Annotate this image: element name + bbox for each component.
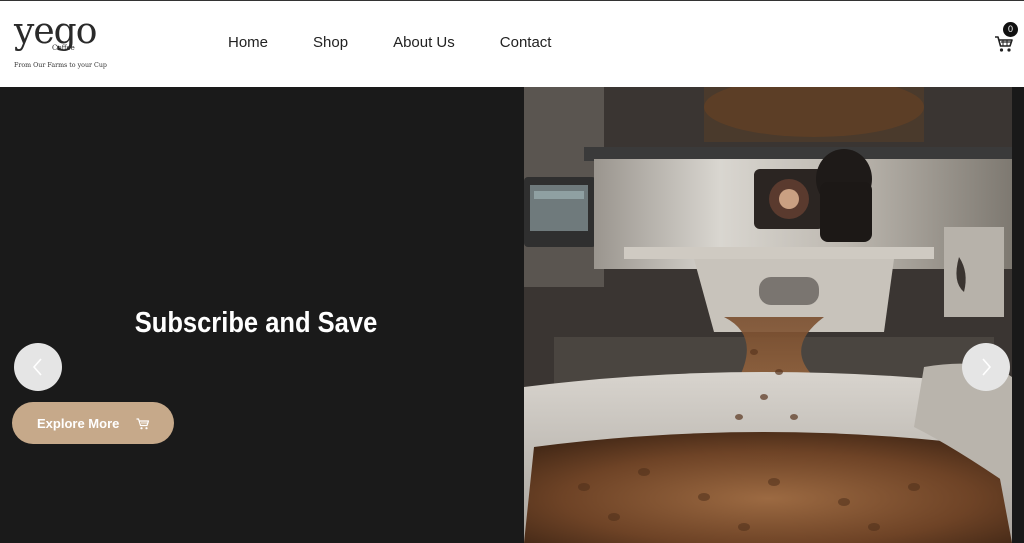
logo-subtitle: Coffee xyxy=(52,44,75,52)
cart-icon xyxy=(136,418,150,430)
roaster-illustration xyxy=(524,87,1012,543)
explore-more-button[interactable]: Explore More xyxy=(12,402,174,444)
nav-item-contact[interactable]: Contact xyxy=(500,34,552,51)
hero-title: Subscribe and Save xyxy=(134,307,378,339)
hero-slider: Subscribe and Save Explore More xyxy=(0,87,1024,543)
slider-prev-button[interactable] xyxy=(14,343,62,391)
chevron-left-icon xyxy=(32,358,42,376)
nav-item-about-us[interactable]: About Us xyxy=(393,34,455,51)
explore-more-label: Explore More xyxy=(37,415,120,431)
slider-next-button[interactable] xyxy=(962,343,1010,391)
brand-logo[interactable]: yego Coffee From Our Farms to your Cup xyxy=(12,11,112,73)
logo-tagline: From Our Farms to your Cup xyxy=(14,62,107,69)
nav-item-shop[interactable]: Shop xyxy=(313,34,348,51)
hero-right-edge xyxy=(1012,87,1024,543)
cart-count-badge: 0 xyxy=(1003,22,1018,37)
main-nav: Home Shop About Us Contact xyxy=(228,34,596,51)
hero-text-panel: Subscribe and Save Explore More xyxy=(0,87,524,543)
nav-item-home[interactable]: Home xyxy=(228,34,268,51)
coffee-roaster-photo xyxy=(524,87,1012,543)
site-header: yego Coffee From Our Farms to your Cup H… xyxy=(0,1,1024,87)
cart-icon[interactable] xyxy=(994,35,1014,53)
chevron-right-icon xyxy=(982,358,992,376)
